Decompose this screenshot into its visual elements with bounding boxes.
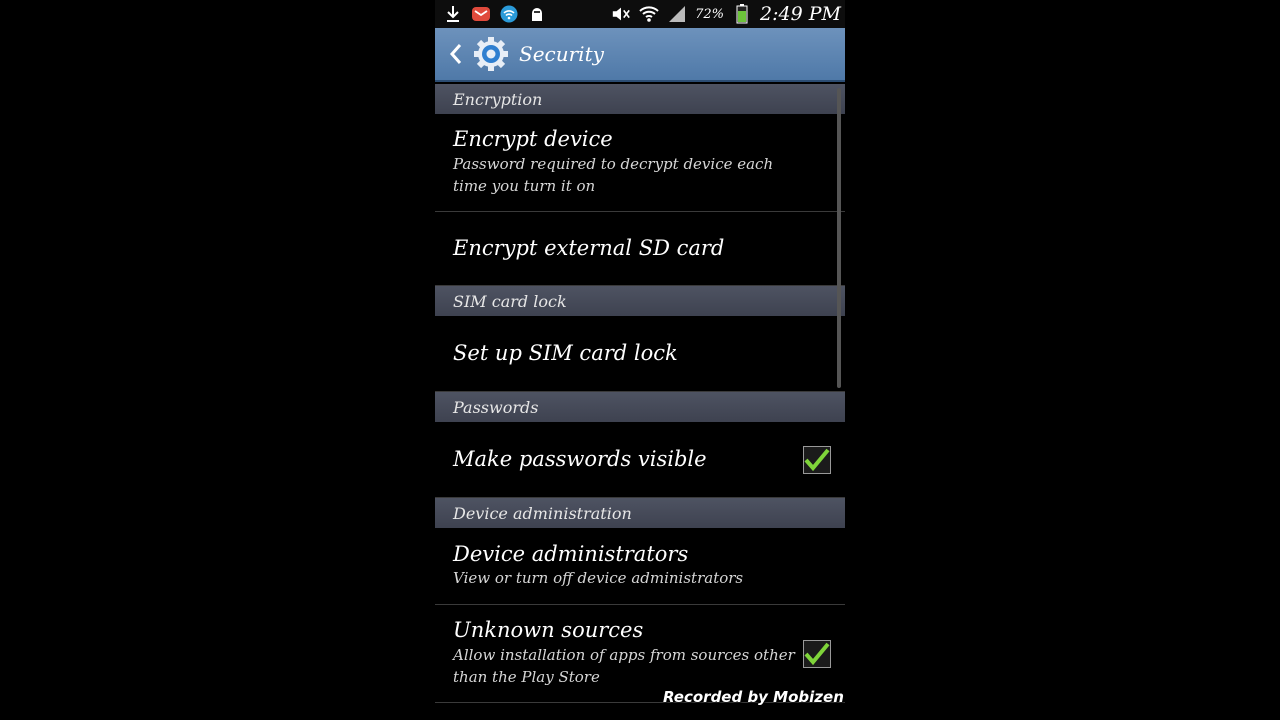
wifi-signal-icon [639,4,659,24]
page-title: Security [519,42,604,66]
item-summary: Allow installation of apps from sources … [453,645,795,687]
clock: 2:49 PM [760,3,841,25]
settings-gear-icon [471,34,511,74]
section-header-device-administration: Device administration [435,498,845,528]
section-header-encryption: Encryption [435,84,845,114]
item-title: Make passwords visible [453,446,707,471]
passwords-visible-checkbox[interactable] [803,445,831,474]
wifi-notification-icon [499,4,519,24]
list-item-make-passwords-visible[interactable]: Make passwords visible [435,422,845,498]
list-item-encrypt-device[interactable]: Encrypt device Password required to decr… [435,114,845,212]
settings-list: Encryption Encrypt device Password requi… [435,84,845,703]
status-bar: 72% 2:49 PM [435,0,845,28]
scrollbar[interactable] [837,88,841,388]
unknown-sources-checkbox[interactable] [803,639,831,668]
item-title: Device administrators [453,542,689,567]
item-title: Unknown sources [453,618,644,643]
battery-icon [732,4,752,24]
item-title: Encrypt device [453,127,613,152]
list-item-encrypt-sd-card[interactable]: Encrypt external SD card [435,212,845,286]
item-summary: Password required to decrypt device each… [453,154,774,196]
checkmark-icon [804,448,830,471]
section-header-passwords: Passwords [435,392,845,422]
battery-percent: 72% [695,6,725,22]
app-notification-icon [527,4,547,24]
phone-screen: 72% 2:49 PM Security Encryption Encrypt … [435,0,845,720]
list-item-sim-card-lock[interactable]: Set up SIM card lock [435,316,845,392]
section-header-sim-card-lock: SIM card lock [435,286,845,316]
download-icon [443,4,463,24]
checkmark-icon [804,642,830,665]
mail-notification-icon [471,4,491,24]
watermark: Recorded by Mobizen [663,688,844,706]
item-title: Set up SIM card lock [453,340,678,365]
mute-icon [611,4,631,24]
item-title: Encrypt external SD card [453,235,725,260]
list-item-device-administrators[interactable]: Device administrators View or turn off d… [435,528,845,605]
item-summary: View or turn off device administrators [453,569,744,588]
cell-signal-icon [667,4,687,24]
back-button[interactable] [445,34,467,74]
chevron-left-icon [449,44,462,64]
action-bar: Security [435,28,845,82]
